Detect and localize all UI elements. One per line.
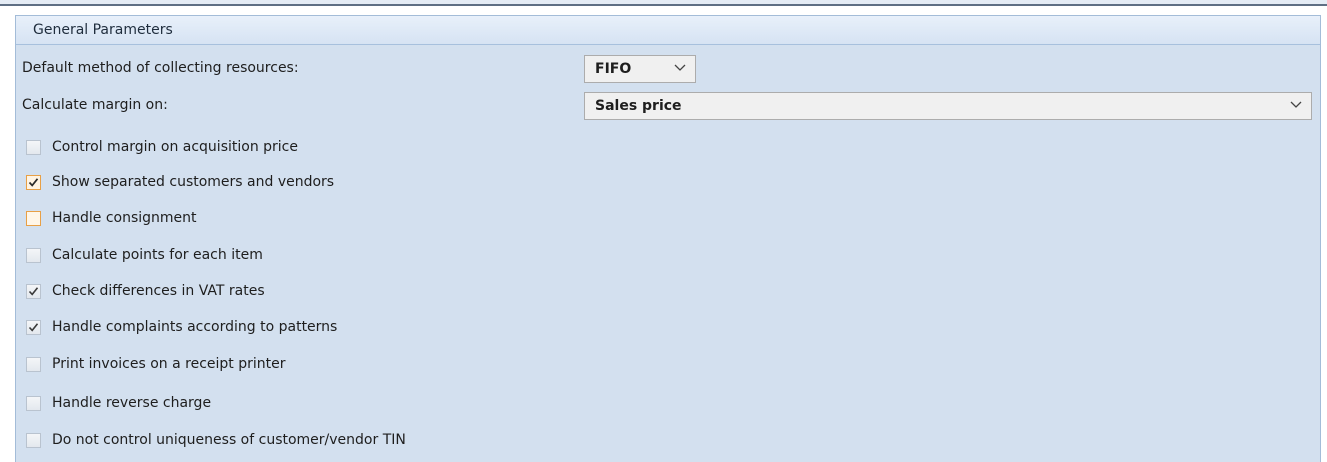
collecting-method-row: Default method of collecting resources: … <box>16 51 1320 85</box>
checkmark-icon <box>28 178 39 187</box>
checkbox-control-margin[interactable] <box>26 140 41 155</box>
checkbox-row-vat-differences[interactable]: Check differences in VAT rates <box>16 274 1320 310</box>
checkbox-tin-uniqueness[interactable] <box>26 433 41 448</box>
checkbox-row-calculate-points[interactable]: Calculate points for each item <box>16 238 1320 274</box>
checkbox-calculate-points[interactable] <box>26 248 41 263</box>
general-parameters-panel: General Parameters Default method of col… <box>15 15 1321 462</box>
chevron-down-icon <box>674 64 686 71</box>
checkbox-vat-differences[interactable] <box>26 284 41 299</box>
checkbox-row-receipt-printer[interactable]: Print invoices on a receipt printer <box>16 347 1320 383</box>
checkbox-row-reverse-charge[interactable]: Handle reverse charge <box>16 386 1320 422</box>
checkbox-label: Handle consignment <box>52 210 197 226</box>
checkbox-label: Handle complaints according to patterns <box>52 319 338 335</box>
checkbox-label: Print invoices on a receipt printer <box>52 356 286 372</box>
checkbox-row-separated-customers[interactable]: Show separated customers and vendors <box>16 165 1320 201</box>
checkbox-label: Check differences in VAT rates <box>52 283 265 299</box>
checkbox-complaints[interactable] <box>26 320 41 335</box>
collecting-method-label: Default method of collecting resources: <box>22 60 299 76</box>
checkbox-consignment[interactable] <box>26 211 41 226</box>
checkbox-row-tin-uniqueness[interactable]: Do not control uniqueness of customer/ve… <box>16 423 1320 459</box>
checkbox-label: Handle reverse charge <box>52 395 212 411</box>
window-top-border <box>0 0 1327 6</box>
checkbox-reverse-charge[interactable] <box>26 396 41 411</box>
checkmark-icon <box>28 323 39 332</box>
checkmark-icon <box>28 287 39 296</box>
checkbox-row-control-margin[interactable]: Control margin on acquisition price <box>16 130 1320 166</box>
margin-base-row: Calculate margin on: Sales price <box>16 88 1320 122</box>
checkbox-label: Show separated customers and vendors <box>52 174 335 190</box>
checkbox-row-complaints[interactable]: Handle complaints according to patterns <box>16 310 1320 346</box>
checkbox-label: Do not control uniqueness of customer/ve… <box>52 432 406 448</box>
collecting-method-dropdown[interactable]: FIFO <box>584 55 696 83</box>
margin-base-label: Calculate margin on: <box>22 97 168 113</box>
margin-base-dropdown[interactable]: Sales price <box>584 92 1312 120</box>
margin-base-value: Sales price <box>595 98 682 114</box>
panel-header: General Parameters <box>16 16 1320 45</box>
checkbox-row-consignment[interactable]: Handle consignment <box>16 201 1320 237</box>
checkbox-separated-customers[interactable] <box>26 175 41 190</box>
checkbox-label: Control margin on acquisition price <box>52 139 298 155</box>
chevron-down-icon <box>1290 101 1302 108</box>
checkbox-receipt-printer[interactable] <box>26 357 41 372</box>
checkbox-label: Calculate points for each item <box>52 247 263 263</box>
collecting-method-value: FIFO <box>595 61 632 77</box>
